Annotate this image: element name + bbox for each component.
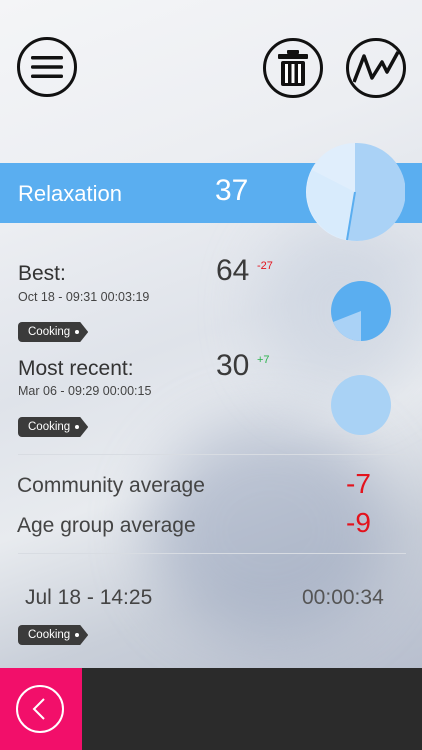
community-average-value: -7	[346, 468, 371, 499]
age-group-average-label: Age group average	[17, 514, 196, 537]
delete-button[interactable]	[263, 38, 323, 98]
best-tag-label: Cooking	[28, 326, 71, 338]
recent-score: 30	[216, 349, 250, 382]
graph-icon	[353, 51, 399, 83]
best-label: Best:	[18, 262, 66, 285]
recent-pie-chart	[331, 375, 391, 435]
recent-label: Most recent:	[18, 357, 134, 380]
graph-button[interactable]	[346, 38, 406, 98]
menu-button[interactable]	[17, 37, 77, 97]
menu-icon	[31, 56, 63, 78]
score-pie-chart	[306, 142, 405, 241]
best-tag[interactable]: Cooking	[18, 322, 88, 342]
footer-bar	[82, 668, 422, 750]
recent-tag[interactable]: Cooking	[18, 417, 88, 437]
divider	[18, 454, 406, 455]
back-button-circle[interactable]	[16, 685, 64, 733]
best-datetime: Oct 18 - 09:31 00:03:19	[18, 290, 150, 304]
activity-name: Relaxation	[18, 181, 122, 206]
session-tag[interactable]: Cooking	[18, 625, 88, 645]
divider	[18, 553, 406, 554]
session-tag-label: Cooking	[28, 629, 71, 641]
trash-icon	[278, 50, 308, 86]
back-arrow-icon	[32, 698, 45, 720]
activity-score: 37	[215, 174, 249, 207]
session-duration: 00:00:34	[302, 586, 384, 609]
age-group-average-value: -9	[346, 507, 371, 538]
best-pie-chart	[331, 281, 391, 342]
recent-datetime: Mar 06 - 09:29 00:00:15	[18, 384, 152, 398]
best-delta: -27	[257, 260, 273, 272]
recent-tag-label: Cooking	[28, 421, 71, 433]
session-datetime: Jul 18 - 14:25	[25, 586, 153, 609]
recent-delta: +7	[257, 354, 270, 366]
community-average-label: Community average	[17, 474, 205, 497]
best-score: 64	[216, 254, 250, 287]
